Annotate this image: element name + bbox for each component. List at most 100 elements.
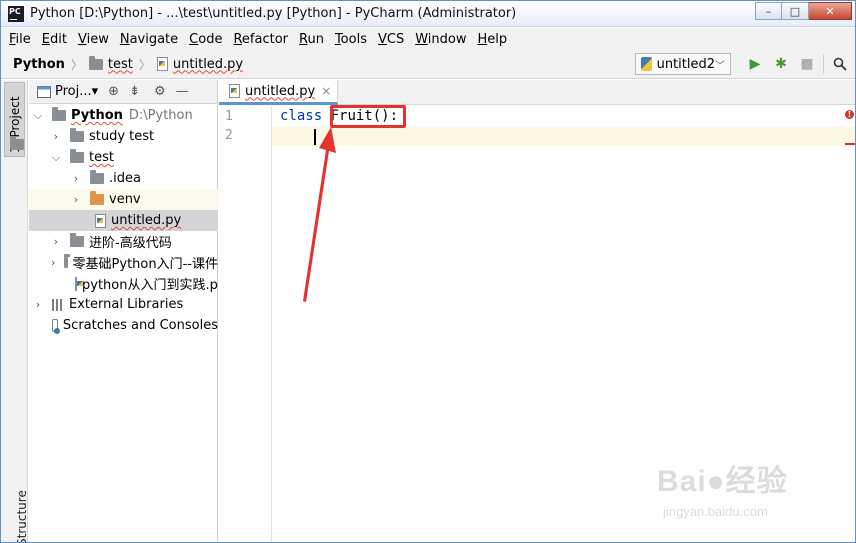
breadcrumb-label: Python: [13, 56, 65, 72]
tree-item-idea[interactable]: › .idea: [29, 168, 218, 189]
tree-item-label: venv: [109, 192, 141, 207]
title-bar: PC Python [D:\Python] - ...\test\untitle…: [1, 1, 855, 27]
tree-item-label: Python: [71, 108, 123, 123]
collapsed-arrow-icon: ›: [73, 193, 79, 206]
expanded-arrow-icon: ⌵: [51, 150, 61, 164]
project-path: D:\Python: [128, 108, 193, 123]
window-title: Python [D:\Python] - ...\test\untitled.p…: [30, 6, 517, 21]
project-folder-icon: [10, 136, 24, 150]
tree-item-label: 进阶-高级代码: [89, 236, 172, 251]
tree-item-study-test[interactable]: › study test: [29, 126, 218, 147]
baidu-jingyan-watermark: Bai●经验 jingyan.baidu.com: [657, 456, 847, 528]
breadcrumb-untitled[interactable]: untitled.py: [156, 57, 243, 72]
error-stripe-marker[interactable]: [845, 143, 855, 145]
editor-tab-bar: untitled.py ×: [219, 80, 855, 105]
window-controls: – □ ✕: [755, 2, 852, 20]
collapse-all-icon[interactable]: ⇟: [129, 84, 140, 99]
menu-help[interactable]: Help: [478, 32, 508, 47]
editor-tab-untitled[interactable]: untitled.py ×: [219, 80, 339, 105]
tree-item-test[interactable]: ⌵ test: [29, 147, 218, 168]
menu-view[interactable]: View: [78, 32, 109, 47]
python-file-icon: [156, 57, 168, 71]
gear-icon[interactable]: ⚙: [154, 84, 166, 99]
collapsed-arrow-icon: ›: [73, 172, 79, 185]
collapsed-arrow-icon: ›: [53, 235, 59, 248]
folder-icon: [90, 170, 104, 184]
run-config-label: untitled2: [656, 56, 715, 72]
maximize-button[interactable]: □: [782, 2, 809, 20]
folder-icon: [70, 149, 84, 163]
close-tab-icon[interactable]: ×: [321, 84, 331, 98]
editor-tab-label: untitled.py: [245, 83, 316, 99]
run-button[interactable]: ▶: [745, 54, 765, 74]
search-everywhere-button[interactable]: [823, 54, 849, 74]
menu-refactor[interactable]: Refactor: [233, 32, 288, 47]
breadcrumb-label: test: [107, 56, 133, 72]
excluded-folder-icon: [90, 191, 104, 205]
tree-item-advanced-code[interactable]: › 进阶-高级代码: [29, 231, 218, 252]
menu-window[interactable]: Window: [415, 32, 466, 47]
search-icon: [833, 57, 847, 71]
menu-bar: File Edit View Navigate Code Refactor Ru…: [1, 28, 855, 50]
stop-button[interactable]: ■: [797, 54, 817, 74]
structure-tool-tab[interactable]: Structure: [15, 490, 29, 542]
tree-item-label: Scratches and Consoles: [62, 318, 218, 333]
tree-item-python-course[interactable]: › 零基础Python入门--课件: [29, 252, 218, 273]
menu-code[interactable]: Code: [189, 32, 222, 47]
library-icon: [52, 298, 64, 311]
collapsed-arrow-icon: ›: [35, 298, 41, 311]
tree-item-label: External Libraries: [69, 297, 184, 312]
project-view-selector[interactable]: Proj...▾: [55, 84, 98, 99]
file-icon: [75, 276, 83, 291]
folder-icon: [70, 128, 84, 142]
annotation-highlight-box: [330, 105, 406, 128]
tree-item-venv[interactable]: › venv: [29, 189, 218, 210]
locate-file-icon[interactable]: ⊕: [108, 84, 119, 99]
menu-edit[interactable]: Edit: [42, 32, 67, 47]
breadcrumb-python[interactable]: Python: [13, 57, 65, 72]
folder-icon: [70, 233, 84, 247]
code-keyword: class: [280, 108, 323, 124]
pycharm-window: PC Python [D:\Python] - ...\test\untitle…: [0, 0, 856, 543]
tree-item-external-libraries[interactable]: › External Libraries: [29, 294, 218, 315]
run-config-select[interactable]: untitled2 ﹀: [635, 53, 731, 75]
menu-vcs[interactable]: VCS: [378, 32, 404, 47]
debug-button[interactable]: ✱: [771, 54, 791, 74]
breadcrumb-separator-icon: 〉: [138, 57, 151, 72]
app-icon-text: PC: [9, 6, 21, 16]
project-view-icon: [37, 85, 51, 98]
menu-navigate[interactable]: Navigate: [120, 32, 178, 47]
tree-item-label: 零基础Python入门--课件: [72, 257, 218, 272]
breadcrumb-test[interactable]: test: [88, 55, 133, 72]
chevron-down-icon: ﹀: [715, 60, 725, 72]
hide-panel-icon[interactable]: —: [176, 84, 189, 99]
menu-tools[interactable]: Tools: [335, 32, 367, 47]
line-number: 1: [225, 109, 233, 124]
breadcrumb-separator-icon: 〉: [70, 57, 83, 72]
project-tool-tab[interactable]: 1: Project: [4, 82, 25, 157]
tree-item-python-pdf[interactable]: python从入门到实践.pdf: [29, 273, 218, 294]
collapsed-arrow-icon: ›: [53, 130, 59, 143]
folder-icon: [64, 254, 71, 268]
tree-item-label: study test: [89, 129, 155, 144]
project-panel-header: Proj...▾ ⊕ ⇟ ⚙ —: [29, 80, 217, 104]
project-panel: Proj...▾ ⊕ ⇟ ⚙ — ⌵ Python D:\Python › st…: [29, 80, 218, 542]
error-indicator-icon[interactable]: !: [845, 110, 854, 119]
tree-item-python-root[interactable]: ⌵ Python D:\Python: [29, 105, 218, 126]
tree-item-label: python从入门到实践.pdf: [82, 278, 218, 293]
python-file-icon: [95, 213, 106, 228]
tree-item-scratches[interactable]: Scratches and Consoles: [29, 315, 218, 336]
python-file-icon: [229, 84, 240, 98]
line-number: 2: [225, 128, 233, 143]
menu-run[interactable]: Run: [299, 32, 324, 47]
menu-file[interactable]: File: [9, 32, 31, 47]
minimize-button[interactable]: –: [755, 2, 782, 20]
watermark-logo-text: Bai●经验: [657, 465, 788, 498]
collapsed-arrow-icon: ›: [51, 256, 56, 269]
close-button[interactable]: ✕: [809, 2, 852, 20]
navigation-bar: Python 〉 test 〉 untitled.py untitled2 ﹀ …: [1, 50, 855, 79]
left-tool-strip: 1: Project Structure: [1, 80, 29, 542]
folder-icon: [52, 107, 66, 121]
text-caret: [314, 129, 316, 145]
tree-item-untitled-py[interactable]: untitled.py: [29, 210, 218, 231]
